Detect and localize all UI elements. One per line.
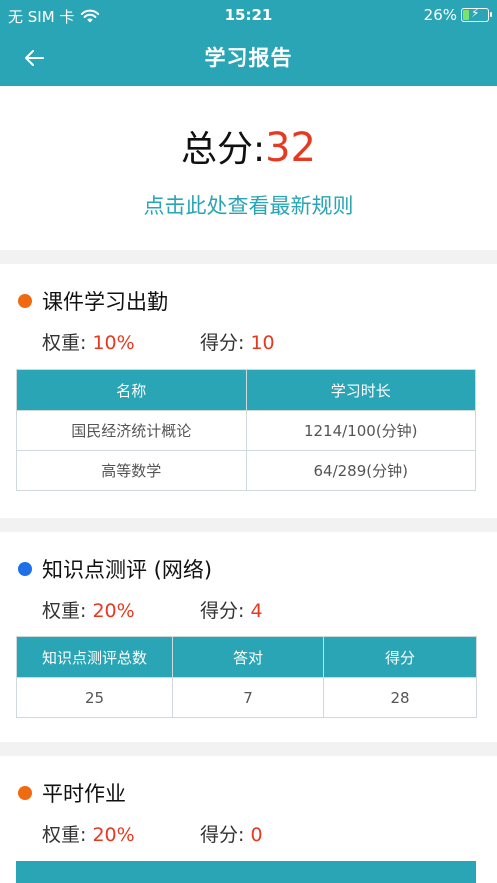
section-title-text: 知识点测评 (网络) — [42, 558, 213, 582]
section-quiz: 知识点测评 (网络) 权重: 20% 得分: 4 知识点测评总数 答对 得分 2… — [0, 532, 497, 742]
table-cell: 高等数学 — [16, 450, 247, 491]
weight-value: 20% — [92, 600, 135, 622]
column-header: 得分 — [323, 636, 477, 678]
total-score-label: 总分: — [180, 129, 266, 170]
weight-score-row: 权重: 10% 得分: 10 — [42, 328, 275, 355]
status-bar: 无 SIM 卡 15:21 26% ⚡ — [0, 0, 497, 30]
weight: 权重: 20% — [42, 820, 200, 847]
weight: 权重: 20% — [42, 596, 200, 623]
section-title: 课件学习出勤 — [18, 286, 168, 316]
table-header-row: 知识点测评总数 答对 得分 — [16, 636, 477, 678]
section-title: 知识点测评 (网络) — [18, 554, 212, 584]
table-cell: 25 — [16, 677, 173, 718]
orange-dot-icon — [18, 786, 32, 800]
weight-score-row: 权重: 20% 得分: 4 — [42, 596, 263, 623]
weight: 权重: 10% — [42, 328, 200, 355]
score: 得分: 4 — [200, 596, 263, 623]
column-header: 知识点测评总数 — [16, 636, 173, 678]
table-cell: 64/289(分钟) — [245, 450, 476, 491]
status-time: 15:21 — [224, 6, 273, 24]
score-value: 4 — [250, 600, 263, 622]
section-title-text: 平时作业 — [42, 782, 126, 806]
column-header: 学习时长 — [245, 369, 476, 411]
section-attendance: 课件学习出勤 权重: 10% 得分: 10 名称 学习时长 国民经济统计概论 1… — [0, 264, 497, 518]
section-homework: 平时作业 权重: 20% 得分: 0 — [0, 756, 497, 883]
page-title: 学习报告 — [204, 46, 293, 70]
table-row: 25 7 28 — [16, 677, 477, 718]
blue-dot-icon — [18, 562, 32, 576]
weight-label: 权重: — [42, 824, 87, 846]
score: 得分: 0 — [200, 820, 263, 847]
top-bar: 无 SIM 卡 15:21 26% ⚡ 学习报告 — [0, 0, 497, 86]
orange-dot-icon — [18, 294, 32, 308]
homework-table-header-partial — [16, 861, 476, 883]
column-header: 答对 — [172, 636, 324, 678]
score-value: 10 — [250, 332, 275, 354]
table-cell: 7 — [172, 677, 324, 718]
battery-charging-icon: ⚡ — [461, 6, 492, 22]
score-value: 0 — [250, 824, 263, 846]
score-label: 得分: — [200, 824, 245, 846]
quiz-table: 知识点测评总数 答对 得分 25 7 28 — [16, 636, 477, 718]
section-title: 平时作业 — [18, 778, 126, 808]
total-score-value: 32 — [265, 125, 317, 171]
weight-label: 权重: — [42, 332, 87, 354]
table-cell: 1214/100(分钟) — [245, 410, 476, 451]
total-score-card: 总分:32 点击此处查看最新规则 — [0, 86, 497, 250]
weight-label: 权重: — [42, 600, 87, 622]
section-title-text: 课件学习出勤 — [42, 290, 168, 314]
table-cell: 国民经济统计概论 — [16, 410, 247, 451]
score-label: 得分: — [200, 600, 245, 622]
score: 得分: 10 — [200, 328, 275, 355]
total-score: 总分:32 — [0, 120, 497, 172]
weight-score-row: 权重: 20% 得分: 0 — [42, 820, 263, 847]
battery-percent: 26% — [423, 6, 457, 24]
table-header-row: 名称 学习时长 — [16, 369, 476, 411]
table-cell: 28 — [323, 677, 477, 718]
status-right: 26% ⚡ — [423, 6, 492, 24]
score-label: 得分: — [200, 332, 245, 354]
attendance-table: 名称 学习时长 国民经济统计概论 1214/100(分钟) 高等数学 64/28… — [16, 369, 476, 491]
column-header: 名称 — [16, 369, 247, 411]
table-row: 国民经济统计概论 1214/100(分钟) — [16, 410, 476, 451]
rules-link[interactable]: 点击此处查看最新规则 — [0, 190, 497, 220]
weight-value: 10% — [92, 332, 135, 354]
table-row: 高等数学 64/289(分钟) — [16, 450, 476, 491]
nav-bar: 学习报告 — [0, 30, 497, 86]
weight-value: 20% — [92, 824, 135, 846]
